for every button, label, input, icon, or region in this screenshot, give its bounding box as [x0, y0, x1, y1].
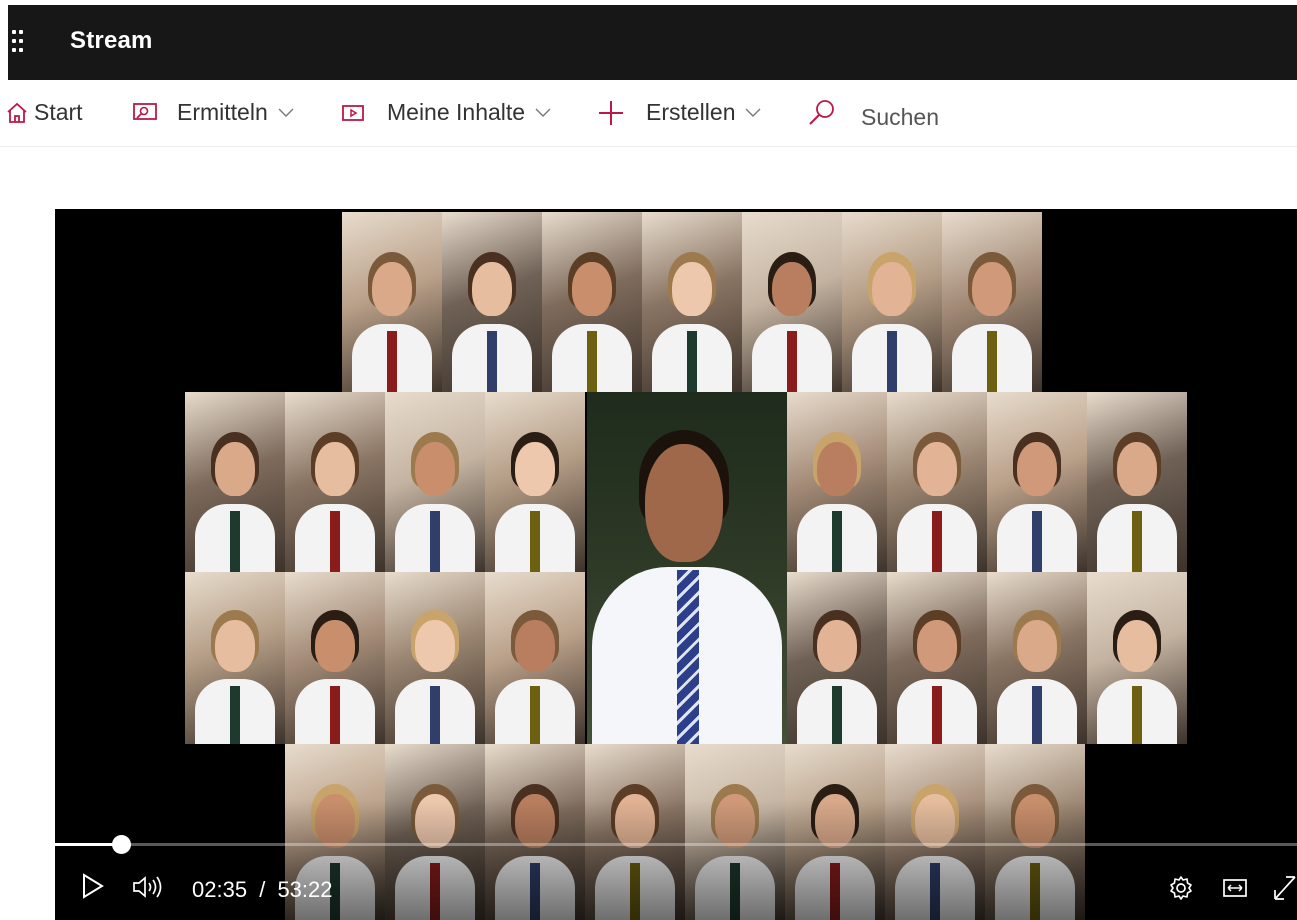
theater-mode-icon[interactable]: [1222, 878, 1248, 898]
nav-create-label: Erstellen: [646, 99, 736, 125]
home-icon: [7, 102, 27, 123]
settings-icon[interactable]: [1168, 875, 1194, 901]
participant-tile: [1087, 572, 1187, 744]
nav-my-content[interactable]: Meine Inhalte: [341, 99, 551, 126]
participant-tile: [485, 572, 585, 744]
participant-tile: [342, 212, 442, 392]
fullscreen-icon[interactable]: [1272, 874, 1297, 902]
nav-bar: Start Ermitteln Meine Inhalte Erstellen: [0, 80, 1297, 147]
video-player[interactable]: 02:35 / 53:22: [55, 209, 1297, 920]
time-display: 02:35 / 53:22: [192, 877, 333, 903]
nav-home[interactable]: Start: [6, 99, 83, 126]
nav-discover[interactable]: Ermitteln: [131, 99, 294, 126]
my-content-icon: [342, 104, 364, 121]
nav-create[interactable]: Erstellen: [598, 99, 761, 126]
progress-bar[interactable]: [55, 843, 1297, 846]
participant-tile: [185, 572, 285, 744]
participant-tile: [1087, 392, 1187, 572]
participant-tile: [285, 392, 385, 572]
search-input[interactable]: Suchen: [861, 104, 939, 131]
participant-tile: [285, 572, 385, 744]
search-icon: [809, 99, 834, 125]
app-header: Stream: [8, 5, 1297, 80]
participant-tile: [787, 392, 887, 572]
time-separator: /: [259, 877, 266, 902]
duration: 53:22: [277, 877, 333, 902]
participant-tile: [887, 392, 987, 572]
participant-tile: [942, 212, 1042, 392]
participant-tile: [987, 392, 1087, 572]
chevron-down-icon: [535, 108, 551, 117]
nav-my-content-label: Meine Inhalte: [387, 99, 526, 125]
participant-tile: [742, 212, 842, 392]
participant-tile: [485, 392, 585, 572]
app-title[interactable]: Stream: [70, 27, 153, 55]
current-time: 02:35: [192, 877, 248, 902]
participant-tile: [542, 212, 642, 392]
nav-home-label: Start: [34, 99, 83, 125]
create-icon: [599, 100, 623, 125]
participant-tile: [442, 212, 542, 392]
play-icon[interactable]: [82, 873, 104, 899]
participant-tile: [787, 572, 887, 744]
app-launcher-icon[interactable]: [12, 30, 30, 52]
discover-icon: [133, 102, 157, 120]
participant-tile: [887, 572, 987, 744]
participant-tile: [185, 392, 285, 572]
volume-icon[interactable]: [132, 876, 164, 898]
progress-thumb[interactable]: [112, 835, 131, 854]
participant-tile: [385, 572, 485, 744]
nav-discover-label: Ermitteln: [177, 99, 268, 125]
nav-search[interactable]: Suchen: [808, 94, 939, 131]
chevron-down-icon: [278, 108, 294, 117]
participant-tile: [642, 212, 742, 392]
participant-tile: [842, 212, 942, 392]
participant-tile: [385, 392, 485, 572]
chevron-down-icon: [745, 108, 761, 117]
featured-participant-tile: [587, 392, 787, 744]
participant-tile: [987, 572, 1087, 744]
